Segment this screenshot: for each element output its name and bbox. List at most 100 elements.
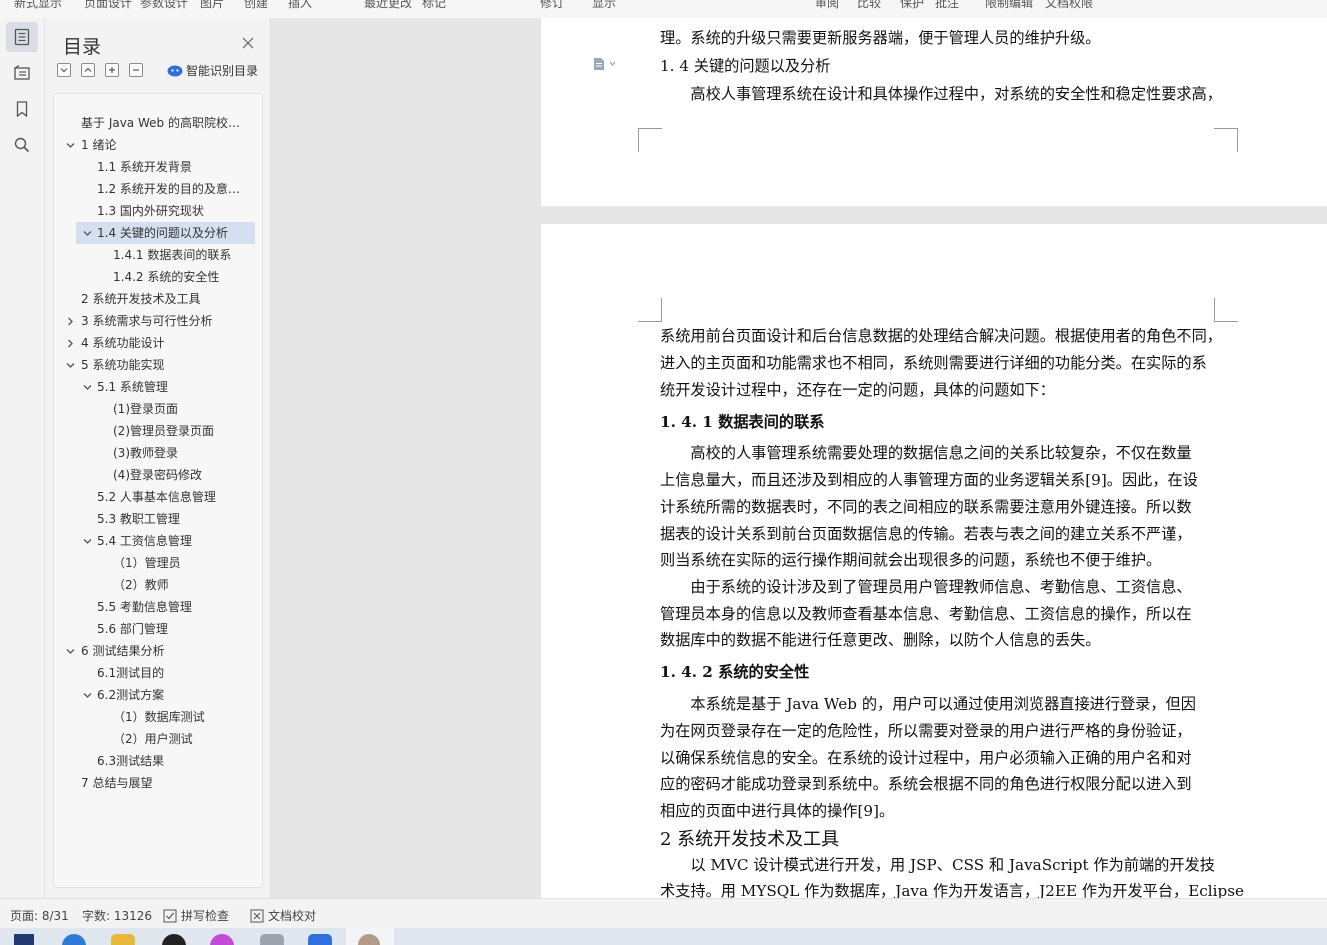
chevron-right-icon[interactable]	[66, 339, 75, 348]
windows-start-icon[interactable]	[14, 934, 34, 945]
app-icon[interactable]	[210, 934, 234, 945]
expand-up-icon[interactable]	[81, 63, 95, 77]
ribbon-item[interactable]: 页面设计	[84, 0, 132, 11]
toc-item[interactable]: 6 测试结果分析	[54, 640, 262, 662]
toc-item-label: 2 系统开发技术及工具	[81, 292, 201, 306]
browser-icon[interactable]	[62, 934, 86, 945]
bookmark-icon[interactable]	[6, 94, 38, 124]
toc-item[interactable]: 1.1 系统开发背景	[54, 156, 262, 178]
toc-item[interactable]: 5.1 系统管理	[54, 376, 262, 398]
ribbon-item[interactable]: 参数设计	[140, 0, 188, 11]
toc-item[interactable]: 5.2 人事基本信息管理	[54, 486, 262, 508]
toc-item[interactable]: 2 系统开发技术及工具	[54, 288, 262, 310]
ribbon-item[interactable]: 最近更改	[364, 0, 412, 11]
word-count[interactable]: 字数: 13126	[82, 907, 152, 924]
collapse-all-icon[interactable]	[57, 63, 71, 77]
document-text-line: 术支持。用 MYSQL 作为数据库，Java 作为开发语言，J2EE 作为开发平…	[660, 882, 1245, 898]
chevron-down-icon[interactable]	[83, 383, 92, 392]
toc-item-label: 6.2测试方案	[97, 688, 165, 702]
document-text-line: 统开发设计过程中，还存在一定的问题，具体的问题如下：	[660, 381, 1055, 399]
document-comment-icon[interactable]	[593, 56, 619, 75]
ribbon-item[interactable]: 插入	[288, 0, 312, 11]
document-text-line: 上信息量大，而且还涉及到相应的人事管理方面的业务逻辑关系[9]。因此，在设	[660, 471, 1198, 489]
toc-item[interactable]: 1.3 国内外研究现状	[54, 200, 262, 222]
close-icon[interactable]	[240, 35, 256, 51]
toc-item[interactable]: （2）用户测试	[54, 728, 262, 750]
ribbon-item[interactable]: 新式显示	[14, 0, 62, 11]
chevron-down-icon[interactable]	[66, 647, 75, 656]
chevron-down-icon[interactable]	[66, 361, 75, 370]
document-text-line: 为在网页登录存在一定的危险性，所以需要对登录的用户进行严格的身份验证，	[660, 722, 1192, 740]
toc-item[interactable]: (2)管理员登录页面	[54, 420, 262, 442]
chevron-down-icon[interactable]	[66, 141, 75, 150]
toc-item[interactable]: 1.4.2 系统的安全性	[54, 266, 262, 288]
chevron-right-icon[interactable]	[66, 317, 75, 326]
toc-item[interactable]: 7 总结与展望	[54, 772, 262, 794]
toc-item[interactable]: 6.1测试目的	[54, 662, 262, 684]
toc-item[interactable]: 6.2测试方案	[54, 684, 262, 706]
toc-item[interactable]: 3 系统需求与可行性分析	[54, 310, 262, 332]
os-taskbar	[0, 928, 1327, 945]
toc-item[interactable]: 1.4 关键的问题以及分析	[54, 222, 262, 244]
document-heading: 2 系统开发技术及工具	[660, 829, 840, 850]
toc-item[interactable]: 1.4.1 数据表间的联系	[54, 244, 262, 266]
add-item-icon[interactable]	[105, 63, 119, 77]
search-icon[interactable]	[6, 130, 38, 160]
toc-item-label: (3)教师登录	[113, 446, 178, 460]
document-text-line: 以 MVC 设计模式进行开发，用 JSP、CSS 和 JavaScript 作为…	[660, 856, 1215, 874]
toc-item[interactable]: (1)登录页面	[54, 398, 262, 420]
app-icon[interactable]	[260, 934, 284, 945]
toc-item-label: 5.3 教职工管理	[97, 512, 180, 526]
proofread-icon	[250, 909, 264, 922]
page-indicator[interactable]: 页面: 8/31	[10, 907, 69, 924]
chevron-down-icon[interactable]	[83, 229, 92, 238]
toc-item[interactable]: 1 绪论	[54, 134, 262, 156]
qq-icon[interactable]	[162, 934, 186, 945]
toc-item-label: 基于 Java Web 的高职院校…	[81, 116, 240, 130]
toc-item[interactable]: (4)登录密码修改	[54, 464, 262, 486]
ribbon-item[interactable]: 文档权限	[1045, 0, 1093, 11]
toc-item[interactable]: 1.2 系统开发的目的及意…	[54, 178, 262, 200]
document-page: 理。系统的升级只需要更新服务器端，便于管理人员的维护升级。 1. 4 关键的问题以…	[541, 18, 1327, 206]
document-page: 系统用前台页面设计和后台信息数据的处理结合解决问题。根据使用者的角色不同， 进入的…	[541, 224, 1327, 898]
folder-icon[interactable]	[111, 934, 135, 945]
app-icon[interactable]	[308, 934, 332, 945]
toc-item[interactable]: 5.5 考勤信息管理	[54, 596, 262, 618]
ribbon-item[interactable]: 限制编辑	[985, 0, 1033, 11]
toc-item-label: 6.3测试结果	[97, 754, 165, 768]
ribbon-item[interactable]: 审阅	[815, 0, 839, 11]
toc-item[interactable]: 6.3测试结果	[54, 750, 262, 772]
smart-toc-button[interactable]: 智能识别目录	[167, 61, 258, 79]
toc-panel: 目录 智能识别目录 基于 Java Web 的高职院校… 1 绪论 1.1 系统开发…	[45, 18, 271, 898]
toc-item[interactable]: 5 系统功能实现	[54, 354, 262, 376]
remove-item-icon[interactable]	[129, 63, 143, 77]
chevron-down-icon[interactable]	[83, 691, 92, 700]
navigation-icon[interactable]	[6, 58, 38, 88]
toc-item-label: 1.2 系统开发的目的及意…	[97, 182, 240, 196]
spell-check-button[interactable]: 拼写检查	[163, 907, 229, 924]
ribbon-item[interactable]: 保护	[900, 0, 924, 11]
toc-item[interactable]: 5.4 工资信息管理	[54, 530, 262, 552]
toc-item[interactable]: 5.6 部门管理	[54, 618, 262, 640]
toc-item[interactable]: 基于 Java Web 的高职院校…	[54, 112, 262, 134]
document-text-line: 以确保系统信息的安全。在系统的设计过程中，用户必须输入正确的用户名和对	[660, 749, 1192, 767]
ribbon-item[interactable]: 创建	[244, 0, 268, 11]
active-window-tab[interactable]	[346, 928, 394, 945]
proofread-button[interactable]: 文档校对	[250, 907, 316, 924]
toc-item[interactable]: (3)教师登录	[54, 442, 262, 464]
ribbon-item[interactable]: 批注	[935, 0, 959, 11]
toc-item-label: 3 系统需求与可行性分析	[81, 314, 213, 328]
toc-icon[interactable]	[6, 22, 38, 52]
toc-item[interactable]: 4 系统功能设计	[54, 332, 262, 354]
toc-item[interactable]: （1）数据库测试	[54, 706, 262, 728]
ribbon-item[interactable]: 修订	[540, 0, 564, 11]
toc-item[interactable]: 5.3 教职工管理	[54, 508, 262, 530]
ribbon-item[interactable]: 标记	[422, 0, 446, 11]
ribbon-item[interactable]: 显示	[592, 0, 616, 11]
toc-item-label: （1）管理员	[113, 556, 181, 570]
toc-item[interactable]: （1）管理员	[54, 552, 262, 574]
chevron-down-icon[interactable]	[83, 537, 92, 546]
ribbon-item[interactable]: 比较	[857, 0, 881, 11]
ribbon-item[interactable]: 图片	[200, 0, 224, 11]
toc-item[interactable]: （2）教师	[54, 574, 262, 596]
